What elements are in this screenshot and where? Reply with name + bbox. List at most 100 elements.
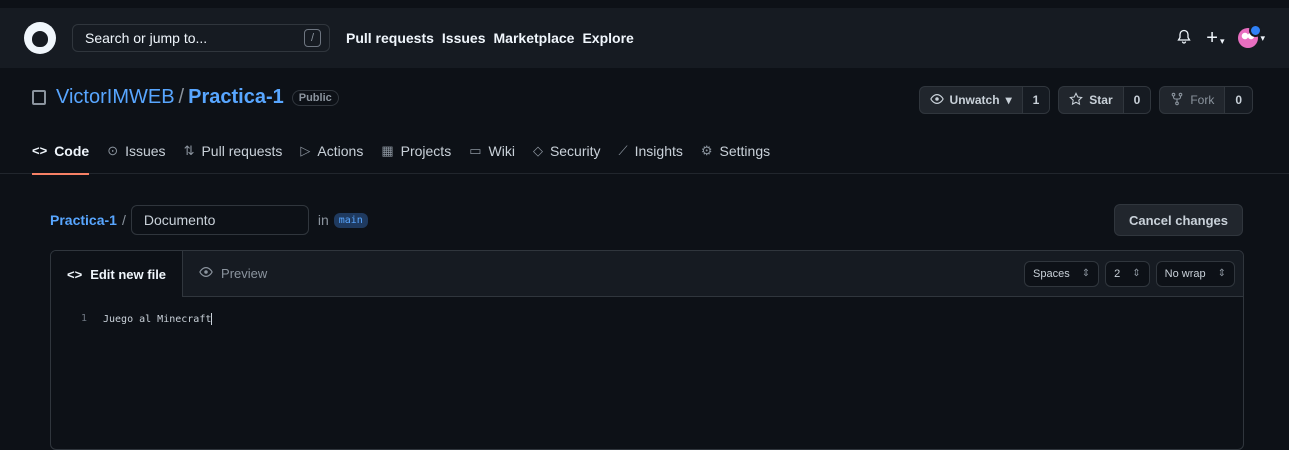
tab-code[interactable]: <> Code [32,140,90,175]
nav-explore[interactable]: Explore [582,30,633,46]
nav-pull-requests[interactable]: Pull requests [346,30,434,46]
unwatch-button[interactable]: Unwatch ▾ 1 [918,86,1051,114]
stars-count[interactable]: 0 [1122,87,1151,113]
nav-issues[interactable]: Issues [442,30,486,46]
gear-icon: ⚙ [700,143,713,158]
fork-button[interactable]: Fork 0 [1159,86,1253,114]
chevron-down-icon: ▾ [1260,32,1265,43]
repo-header: VictorIMWEB / Practica-1 Public Unwatch … [0,68,1289,175]
repo-name-link[interactable]: Practica-1 [188,86,284,109]
chevron-down-icon: ▾ [1005,93,1012,107]
indent-mode-value: Spaces [1033,267,1070,280]
tab-label: Projects [400,143,452,159]
wrap-mode-select[interactable]: No wrap ⇕ [1155,260,1235,287]
create-new-button[interactable]: + ▾ [1206,28,1224,48]
avatar [1238,24,1263,48]
line-number: 1 [80,313,87,324]
breadcrumb-repo-link[interactable]: Practica-1 [50,212,117,228]
forks-count[interactable]: 0 [1224,87,1252,113]
search-input[interactable]: Search or jump to... / [72,24,330,52]
visibility-badge: Public [291,89,339,106]
edit-tab-label: Edit new file [90,266,167,282]
fork-icon [1170,92,1184,109]
eye-icon [929,92,944,109]
repo-owner-link[interactable]: VictorIMWEB [56,86,175,109]
tab-projects[interactable]: ▦ Projects [381,140,451,174]
global-header: Search or jump to... / Pull requests Iss… [0,8,1289,68]
file-path-row: Practica-1 / in main [50,205,368,235]
repo-title: VictorIMWEB / Practica-1 Public [32,86,339,109]
tab-label: Actions [317,143,364,159]
tab-preview[interactable]: Preview [183,251,283,296]
code-line-text: Juego al Minecraft [103,314,212,325]
select-arrows-icon: ⇕ [1217,268,1226,279]
tab-label: Issues [125,143,166,159]
select-arrows-icon: ⇕ [1132,268,1141,279]
fork-label: Fork [1190,93,1215,107]
tab-actions[interactable]: ▷ Actions [300,140,363,174]
tab-insights[interactable]: ⟋ Insights [619,140,683,174]
issue-icon: ⊙ [107,143,119,158]
filename-input[interactable] [130,205,309,235]
repo-tabs: <> Code ⊙ Issues ⇅ Pull requests ▷ Actions ▦… [32,140,770,175]
code-area[interactable]: 1 Juego al Minecraft [51,297,1243,325]
eye-icon [199,265,213,282]
code-icon: <> [32,143,48,158]
tab-label: Wiki [488,143,515,159]
code-line[interactable]: Juego al Minecraft [103,313,213,325]
tab-settings[interactable]: ⚙ Settings [701,140,770,174]
indent-size-value: 2 [1114,267,1121,280]
bell-icon[interactable] [1176,29,1192,48]
project-icon: ▦ [381,143,394,158]
tab-label: Code [54,143,90,159]
graph-icon: ⟋ [618,143,628,158]
file-editor: <> Edit new file Preview Spaces ⇕ 2 ⇕ No w… [50,250,1244,450]
editor-toolbar: <> Edit new file Preview Spaces ⇕ 2 ⇕ No w… [51,251,1243,297]
repo-icon [32,90,46,105]
header-actions: + ▾ ▾ [1176,24,1265,48]
repo-actions: Unwatch ▾ 1 Star 0 Fork 0 [918,86,1253,114]
global-nav: Pull requests Issues Marketplace Explore [346,30,634,46]
tab-label: Pull requests [201,143,283,159]
nav-marketplace[interactable]: Marketplace [494,30,575,46]
star-button[interactable]: Star 0 [1058,86,1152,114]
star-label: Star [1089,93,1113,107]
cancel-changes-button[interactable]: Cancel changes [1114,204,1243,236]
tab-label: Security [549,143,601,159]
plus-icon: + [1206,27,1218,49]
unwatch-label-wrap: Unwatch ▾ [920,87,1022,113]
breadcrumb-separator: / [121,212,126,228]
wrap-mode-value: No wrap [1164,267,1206,280]
code-icon: <> [67,266,83,282]
tab-issues[interactable]: ⊙ Issues [107,140,165,174]
text-cursor [211,313,213,325]
tab-wiki[interactable]: ▭ Wiki [469,140,515,174]
tab-label: Settings [719,143,771,159]
select-arrows-icon: ⇕ [1081,268,1091,279]
star-label-wrap: Star [1059,87,1122,113]
search-placeholder: Search or jump to... [85,30,208,46]
watchers-count[interactable]: 1 [1021,87,1050,113]
branch-badge: main [333,212,368,228]
indent-size-select[interactable]: 2 ⇕ [1105,260,1150,287]
play-icon: ▷ [300,143,311,158]
fork-label-wrap: Fork [1160,87,1224,113]
book-icon: ▭ [469,143,482,158]
repo-path-separator: / [178,86,185,108]
preview-tab-label: Preview [221,266,268,281]
github-logo-icon[interactable] [24,22,56,54]
in-label: in [317,212,329,228]
pull-request-icon: ⇅ [183,143,195,158]
editor-options: Spaces ⇕ 2 ⇕ No wrap ⇕ [1024,251,1243,296]
user-menu[interactable]: ▾ [1238,24,1265,48]
tab-edit-file[interactable]: <> Edit new file [51,251,184,297]
tab-pull-requests[interactable]: ⇅ Pull requests [184,140,283,174]
indent-mode-select[interactable]: Spaces ⇕ [1024,260,1100,287]
star-icon [1069,91,1084,109]
search-shortcut-badge: / [304,29,321,47]
unwatch-label: Unwatch [949,93,1000,107]
tab-label: Insights [634,143,683,159]
shield-icon: ◇ [532,143,543,158]
tab-security[interactable]: ◇ Security [533,140,601,174]
chevron-down-icon: ▾ [1219,36,1225,46]
